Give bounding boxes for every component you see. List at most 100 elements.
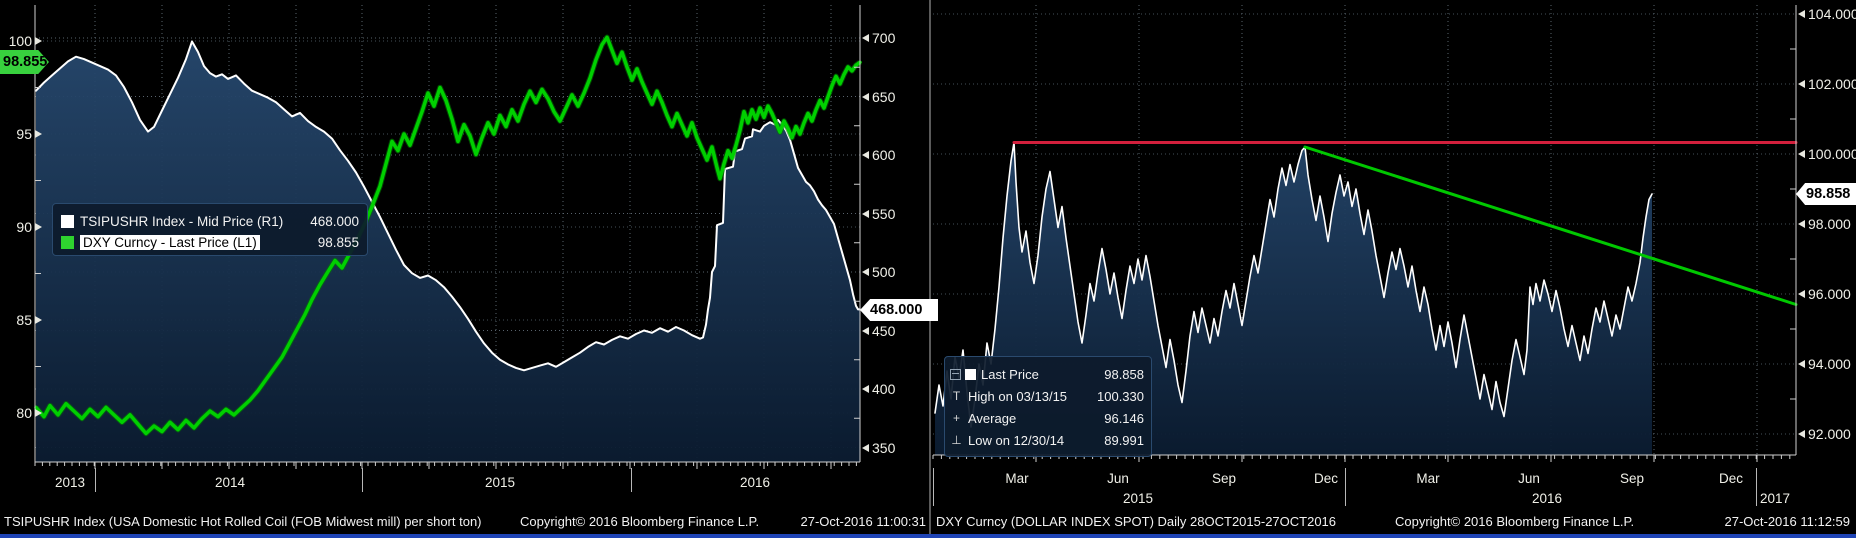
legend-label: Average (968, 411, 1016, 426)
legend-value: 89.991 (1104, 433, 1144, 448)
x-axis-tick-label: 2015 (1123, 492, 1153, 506)
year-divider (1756, 468, 1757, 506)
y-axis-tick-label: 500 (862, 265, 895, 279)
x-axis-tick-label: Sep (1212, 472, 1236, 486)
x-axis-tick-label: Jun (1518, 472, 1540, 486)
y-axis-tick-label: 100.000 (1798, 147, 1856, 161)
tick-arrow-icon (862, 385, 869, 393)
legend-value: 98.855 (318, 235, 359, 250)
legend-row-low[interactable]: ⊥ Low on 12/30/14 89.991 (950, 429, 1144, 451)
steel-last-price-axis-badge: 468.000 (860, 299, 938, 321)
y-axis-tick-label: 400 (862, 382, 895, 396)
y-axis-tick-label: 96.000 (1798, 287, 1851, 301)
y-axis-tick-label: 350 (862, 441, 895, 455)
year-divider (95, 468, 96, 492)
security-description: DXY Curncy (DOLLAR INDEX SPOT) Daily 28O… (936, 514, 1336, 529)
white-series-chip-icon (61, 215, 74, 228)
x-axis-tick-label: Dec (1314, 472, 1338, 486)
tick-arrow-icon (862, 151, 869, 159)
tick-arrow-icon (35, 316, 42, 324)
y-axis-tick-label: 85 (2, 313, 42, 327)
legend-label: Last Price (981, 367, 1039, 382)
charts-canvas (0, 0, 1856, 538)
green-series-chip-icon (61, 236, 74, 249)
x-axis-tick-label: Mar (1416, 472, 1439, 486)
average-marker-icon: + (950, 411, 963, 425)
x-axis-tick-label: Sep (1620, 472, 1644, 486)
tick-arrow-icon (862, 268, 869, 276)
y-axis-tick-label: 102.000 (1798, 77, 1856, 91)
security-description: TSIPUSHR Index (USA Domestic Hot Rolled … (4, 514, 482, 529)
tick-arrow-icon (862, 210, 869, 218)
white-series-chip-icon (965, 369, 976, 380)
legend-label: Low on 12/30/14 (968, 433, 1064, 448)
x-axis-tick-label: Dec (1719, 472, 1743, 486)
tick-arrow-icon (1798, 220, 1805, 228)
right-panel-footer: DXY Curncy (DOLLAR INDEX SPOT) Daily 28O… (936, 514, 1852, 532)
tick-arrow-icon (1798, 290, 1805, 298)
bloomberg-dual-chart-window: 98.855 468.000 TSIPUSHR Index - Mid Pric… (0, 0, 1856, 538)
tick-arrow-icon (1798, 360, 1805, 368)
y-axis-tick-label: 95 (2, 127, 42, 141)
year-divider (1345, 468, 1346, 506)
collapse-icon[interactable] (950, 369, 961, 380)
legend-value: 100.330 (1097, 389, 1144, 404)
right-chart-legend: Last Price 98.858 T High on 03/13/15 100… (944, 356, 1152, 457)
tick-arrow-icon (35, 37, 42, 45)
legend-value: 96.146 (1104, 411, 1144, 426)
y-axis-tick-label: 90 (2, 220, 42, 234)
legend-label-selected: DXY Curncy - Last Price (L1) (80, 235, 260, 250)
tick-arrow-icon (35, 409, 42, 417)
legend-value: 468.000 (310, 214, 359, 229)
tick-arrow-icon (1798, 80, 1805, 88)
x-axis-tick-label: 2015 (485, 476, 515, 490)
year-divider (631, 468, 632, 492)
low-marker-icon: ⊥ (950, 433, 963, 447)
x-axis-tick-label: Mar (1005, 472, 1028, 486)
y-axis-tick-label: 450 (862, 324, 895, 338)
y-axis-tick-label: 650 (862, 90, 895, 104)
y-axis-tick-label: 600 (862, 148, 895, 162)
tick-arrow-icon (862, 444, 869, 452)
y-axis-tick-label: 98.000 (1798, 217, 1851, 231)
tick-arrow-icon (862, 34, 869, 42)
y-axis-tick-label: 550 (862, 207, 895, 221)
tick-arrow-icon (35, 223, 42, 231)
tick-arrow-icon (1798, 150, 1805, 158)
copyright-text: Copyright© 2016 Bloomberg Finance L.P. (1395, 514, 1634, 529)
legend-label: TSIPUSHR Index - Mid Price (R1) (80, 214, 283, 229)
left-chart-legend: TSIPUSHR Index - Mid Price (R1) 468.000 … (52, 203, 368, 256)
x-axis-tick-label: 2014 (215, 476, 245, 490)
y-axis-tick-label: 92.000 (1798, 427, 1851, 441)
legend-label: High on 03/13/15 (968, 389, 1067, 404)
x-axis-tick-label: Jun (1107, 472, 1129, 486)
legend-row-last-price[interactable]: Last Price 98.858 (950, 363, 1144, 385)
legend-row-dxy[interactable]: DXY Curncy - Last Price (L1) 98.855 (61, 232, 359, 253)
tick-arrow-icon (862, 327, 869, 335)
x-axis-tick-label: 2017 (1760, 492, 1790, 506)
y-axis-tick-label: 104.000 (1798, 7, 1856, 21)
panel-separator (929, 0, 931, 538)
copyright-text: Copyright© 2016 Bloomberg Finance L.P. (520, 514, 759, 529)
window-bottom-border (0, 534, 1856, 538)
legend-value: 98.858 (1104, 367, 1144, 382)
timestamp: 27-Oct-2016 11:12:59 (1650, 514, 1850, 529)
legend-row-high[interactable]: T High on 03/13/15 100.330 (950, 385, 1144, 407)
y-axis-tick-label: 100 (2, 34, 42, 48)
high-marker-icon: T (950, 389, 963, 403)
y-axis-tick-label: 94.000 (1798, 357, 1851, 371)
x-axis-tick-label: 2016 (1532, 492, 1562, 506)
tick-arrow-icon (35, 130, 42, 138)
year-divider (362, 468, 363, 492)
legend-row-average[interactable]: + Average 96.146 (950, 407, 1144, 429)
dxy-spot-last-price-axis-badge: 98.858 (1796, 183, 1856, 205)
tick-arrow-icon (1798, 10, 1805, 18)
tick-arrow-icon (862, 93, 869, 101)
y-axis-tick-label: 700 (862, 31, 895, 45)
tick-arrow-icon (1798, 430, 1805, 438)
year-divider (933, 468, 934, 506)
left-panel-footer: TSIPUSHR Index (USA Domestic Hot Rolled … (4, 514, 926, 532)
legend-row-tsipushr[interactable]: TSIPUSHR Index - Mid Price (R1) 468.000 (61, 211, 359, 232)
timestamp: 27-Oct-2016 11:00:31 (726, 514, 926, 529)
y-axis-tick-label: 80 (2, 406, 42, 420)
